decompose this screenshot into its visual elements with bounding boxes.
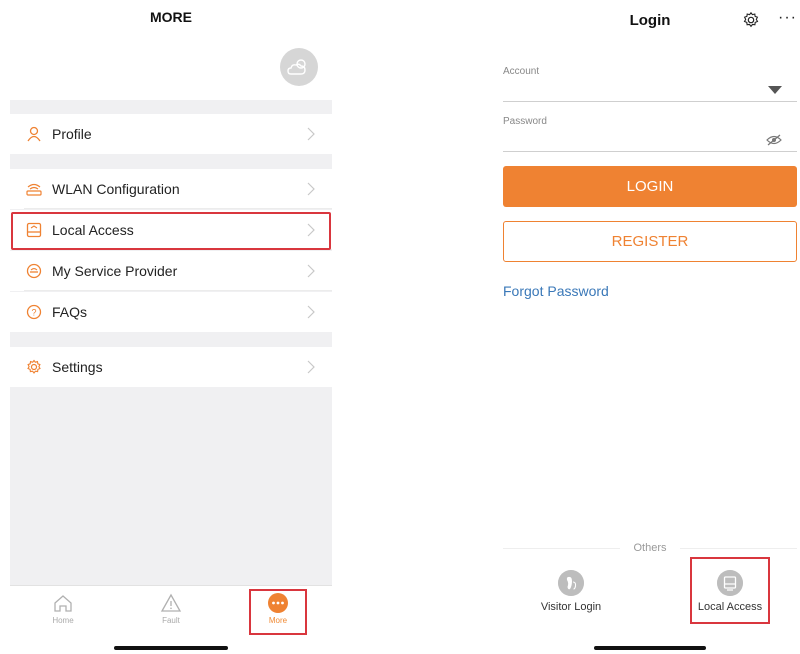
home-indicator (594, 646, 706, 650)
wifi-router-icon (24, 179, 44, 199)
divider (24, 249, 332, 250)
tab-home[interactable]: Home (33, 592, 93, 625)
svg-text:?: ? (31, 308, 36, 318)
login-button[interactable]: LOGIN (503, 166, 797, 207)
footprint-icon (558, 570, 584, 596)
menu-item-local-access[interactable]: Local Access (10, 210, 332, 250)
menu-item-profile[interactable]: Profile (10, 114, 332, 154)
gear-icon (24, 357, 44, 377)
menu-item-label: My Service Provider (52, 263, 178, 279)
local-device-icon (717, 570, 743, 596)
visitor-login-label: Visitor Login (540, 601, 602, 613)
menu-item-wlan-configuration[interactable]: WLAN Configuration (10, 169, 332, 209)
eye-hidden-icon[interactable] (766, 134, 782, 146)
local-access-button[interactable]: Local Access (685, 570, 775, 613)
register-button[interactable]: REGISTER (503, 221, 797, 262)
tab-label: More (268, 616, 288, 625)
account-label: Account (503, 66, 540, 77)
tab-label: Home (52, 616, 74, 625)
password-label: Password (503, 116, 547, 127)
person-icon (24, 124, 44, 144)
account-input[interactable] (503, 80, 753, 98)
local-access-label: Local Access (697, 601, 763, 613)
cloud-sun-icon (287, 59, 306, 75)
chevron-right-icon (307, 127, 315, 141)
dropdown-arrow-icon[interactable] (768, 86, 782, 94)
menu-item-faqs[interactable]: ? FAQs (10, 292, 332, 332)
divider (24, 208, 332, 209)
others-label: Others (620, 542, 680, 554)
menu-item-label: Local Access (52, 222, 134, 238)
chevron-right-icon (307, 305, 315, 319)
menu-item-my-service-provider[interactable]: My Service Provider (10, 251, 332, 291)
home-icon (54, 595, 72, 612)
service-provider-icon (24, 261, 44, 281)
chevron-right-icon (307, 223, 315, 237)
chevron-right-icon (307, 360, 315, 374)
warning-icon (160, 593, 182, 612)
menu-item-settings[interactable]: Settings (10, 347, 332, 387)
more-dots-icon (268, 593, 288, 613)
visitor-login-button[interactable]: Visitor Login (526, 570, 616, 613)
password-input[interactable] (503, 130, 753, 148)
password-field[interactable]: Password (503, 116, 797, 152)
menu-item-label: Settings (52, 359, 103, 375)
menu-item-label: FAQs (52, 304, 88, 320)
forgot-password-link[interactable]: Forgot Password (503, 283, 609, 299)
local-device-icon (24, 220, 44, 240)
page-title: MORE (150, 9, 192, 25)
tab-label: Fault (162, 616, 180, 625)
gear-icon[interactable] (742, 11, 760, 29)
tab-more[interactable]: More (248, 592, 308, 625)
account-field[interactable]: Account (503, 66, 797, 102)
tab-fault[interactable]: Fault (141, 592, 201, 625)
more-screen: MORE Profile WLAN Configuration Local Ac… (10, 0, 332, 654)
chevron-right-icon (307, 182, 315, 196)
home-indicator (114, 646, 228, 650)
divider (24, 290, 332, 291)
chevron-right-icon (307, 264, 315, 278)
question-icon: ? (24, 302, 44, 322)
tab-bar: Home Fault More (10, 585, 332, 635)
login-screen: Login ··· Account Password LOGIN REGISTE… (492, 0, 800, 654)
menu-item-label: Profile (52, 126, 92, 142)
menu-item-label: WLAN Configuration (52, 181, 180, 197)
avatar[interactable] (280, 48, 318, 86)
more-options-icon[interactable]: ··· (778, 9, 797, 27)
